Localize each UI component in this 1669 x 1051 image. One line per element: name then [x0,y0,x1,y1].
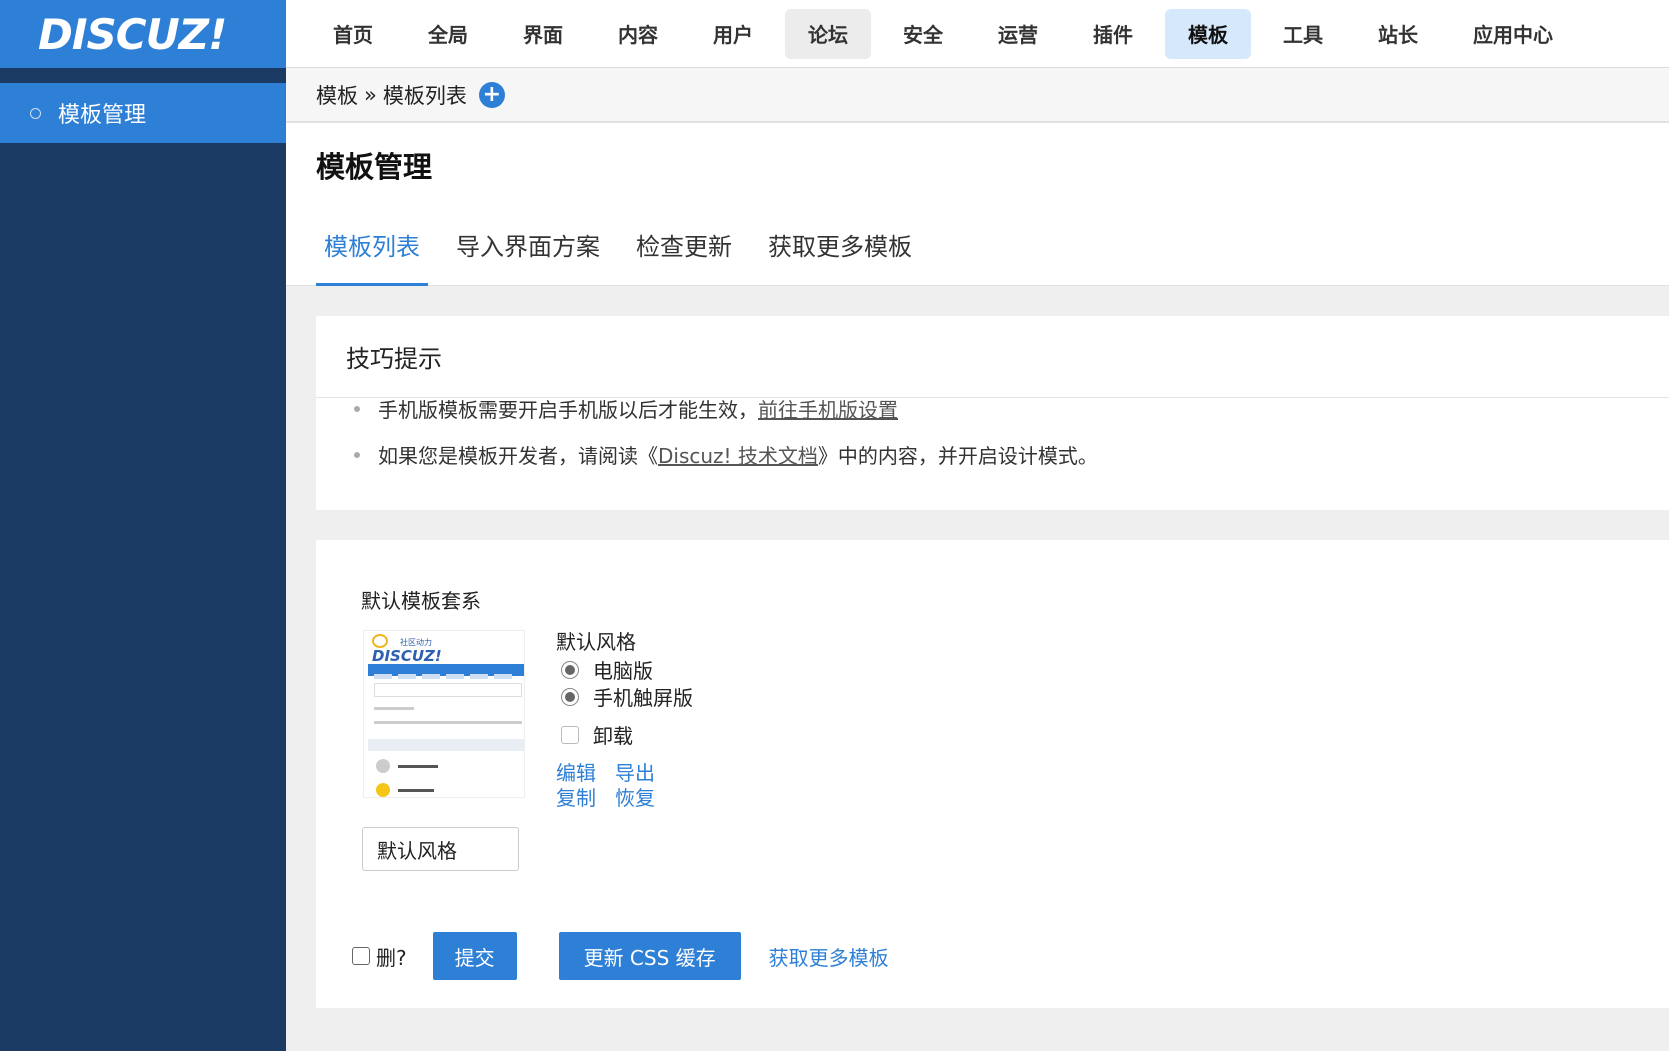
sidebar-item-label: 模板管理 [58,103,147,128]
checkbox-icon[interactable] [561,725,579,744]
page-header: 模板管理 模板列表 导入界面方案 检查更新 获取更多模板 [286,123,1669,286]
nav-item-forum[interactable]: 论坛 [785,8,871,59]
thumbnail-section [368,739,524,751]
thumbnail-avatar [376,783,390,797]
logo[interactable]: DISCUZ! [0,0,286,68]
radio-pc[interactable]: 电脑版 [561,655,653,684]
tech-docs-link[interactable]: Discuz! 技术文档 [658,440,818,469]
thumbnail-logo: DISCUZ! [372,647,442,665]
tip-text: 如果您是模板开发者，请阅读《 [378,444,658,468]
nav-item-tools[interactable]: 工具 [1260,9,1346,59]
update-css-cache-button[interactable]: 更新 CSS 缓存 [558,932,741,980]
tab-import-scheme[interactable]: 导入界面方案 [448,205,608,286]
nav-item-app-center[interactable]: 应用中心 [1450,9,1576,59]
tip-text: 》中的内容，并开启设计模式。 [817,444,1098,468]
nav-item-plugins[interactable]: 插件 [1070,9,1156,59]
tip-text: 手机版模板需要开启手机版以后才能生效， [378,398,758,422]
breadcrumb-root[interactable]: 模板 [316,80,358,110]
copy-link[interactable]: 复制 [556,782,596,811]
tab-check-update[interactable]: 检查更新 [628,205,740,286]
thumbnail-line [398,789,434,792]
tip-line-1: 手机版模板需要开启手机版以后才能生效， 前往手机版设置 [354,394,898,423]
bullet-icon [354,405,360,412]
circle-icon [30,107,41,119]
template-panel: 默认模板套系 社区动力 DISCUZ! 默认风格 电脑版 手机触屏版 卸载 编辑… [316,540,1669,1008]
bubble-icon [372,634,388,648]
nav-item-interface[interactable]: 界面 [500,9,586,59]
action-bar: 删? 提交 更新 CSS 缓存 获取更多模板 [352,932,889,980]
breadcrumb-separator: » [364,82,377,107]
top-nav: 首页 全局 界面 内容 用户 论坛 安全 运营 插件 模板 工具 站长 应用中心 [286,0,1669,68]
logo-text: DISCUZ! [38,9,227,59]
thumbnail-line [374,707,414,710]
style-name-input[interactable] [362,827,519,871]
radio-label: 电脑版 [593,659,653,683]
template-thumbnail[interactable]: 社区动力 DISCUZ! [363,630,525,798]
sidebar-item-template-management[interactable]: 模板管理 [0,83,286,143]
nav-item-admin[interactable]: 站长 [1355,9,1441,59]
delete-checkbox[interactable] [352,947,370,965]
tips-panel: 技巧提示 手机版模板需要开启手机版以后才能生效， 前往手机版设置 如果您是模板开… [316,316,1669,510]
delete-label: 删? [376,945,407,970]
tab-bar: 模板列表 导入界面方案 检查更新 获取更多模板 [316,205,940,286]
radio-icon[interactable] [561,687,579,706]
sidebar: DISCUZ! 模板管理 [0,0,286,1051]
template-actions-row-2: 复制 恢复 [556,782,674,811]
nav-item-content[interactable]: 内容 [595,9,681,59]
thumbnail-search [374,683,522,697]
thumbnail-navbar [368,664,524,679]
tab-template-list[interactable]: 模板列表 [316,205,428,286]
nav-item-templates[interactable]: 模板 [1165,8,1251,59]
nav-item-security[interactable]: 安全 [880,9,966,59]
checkbox-label: 卸载 [593,724,633,748]
add-icon[interactable]: + [478,81,505,108]
thumbnail-line [398,765,438,768]
nav-item-users[interactable]: 用户 [690,9,776,59]
tab-get-more-templates[interactable]: 获取更多模板 [760,205,920,286]
breadcrumb-current: 模板列表 [382,83,467,108]
thumbnail-avatar [376,759,390,773]
mobile-settings-link[interactable]: 前往手机版设置 [758,394,898,423]
tips-title: 技巧提示 [316,316,1669,398]
uninstall-checkbox[interactable]: 卸载 [561,720,633,749]
radio-icon[interactable] [561,660,579,679]
template-set-label: 默认模板套系 [361,589,481,613]
radio-mobile[interactable]: 手机触屏版 [561,682,693,711]
style-title: 默认风格 [556,630,636,654]
nav-item-operations[interactable]: 运营 [975,9,1061,59]
thumbnail-line [374,721,522,724]
radio-label: 手机触屏版 [593,686,693,710]
restore-link[interactable]: 恢复 [615,782,655,811]
tip-line-2: 如果您是模板开发者，请阅读《 Discuz! 技术文档 》中的内容，并开启设计模… [354,440,1098,469]
breadcrumb: 模板 » 模板列表 + [286,68,1669,122]
nav-item-home[interactable]: 首页 [310,9,396,59]
page-title: 模板管理 [316,150,433,184]
submit-button[interactable]: 提交 [432,932,517,980]
get-more-templates-link[interactable]: 获取更多模板 [769,942,889,971]
nav-item-global[interactable]: 全局 [405,9,491,59]
bullet-icon [354,451,360,458]
